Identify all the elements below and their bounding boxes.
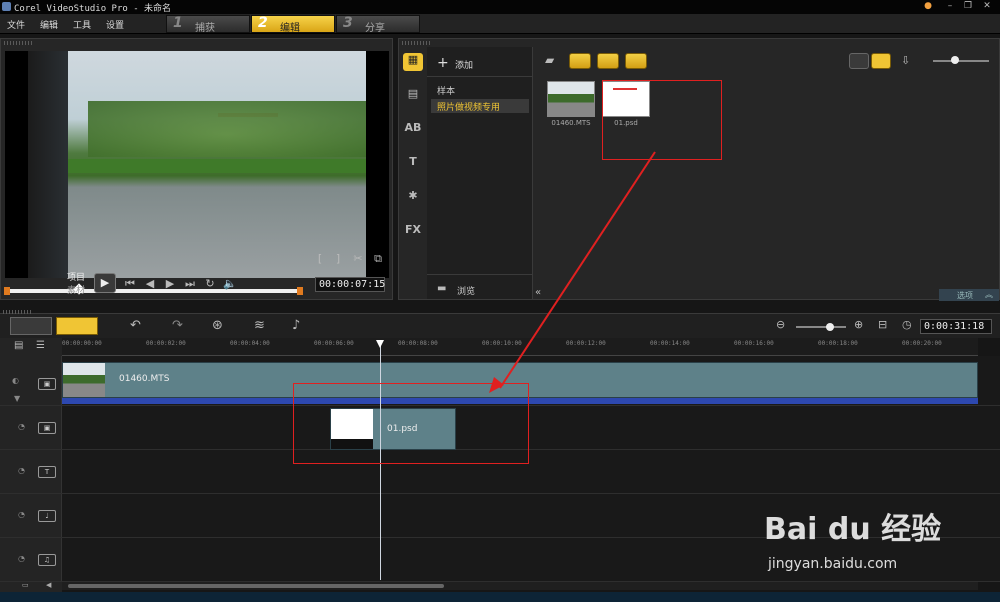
watermark-brand: Bai du 经验 — [764, 512, 942, 547]
watermark-url: jingyan.baidu.com — [768, 556, 898, 572]
baidu-watermark: Bai du 经验 jingyan.baidu.com — [760, 504, 960, 584]
